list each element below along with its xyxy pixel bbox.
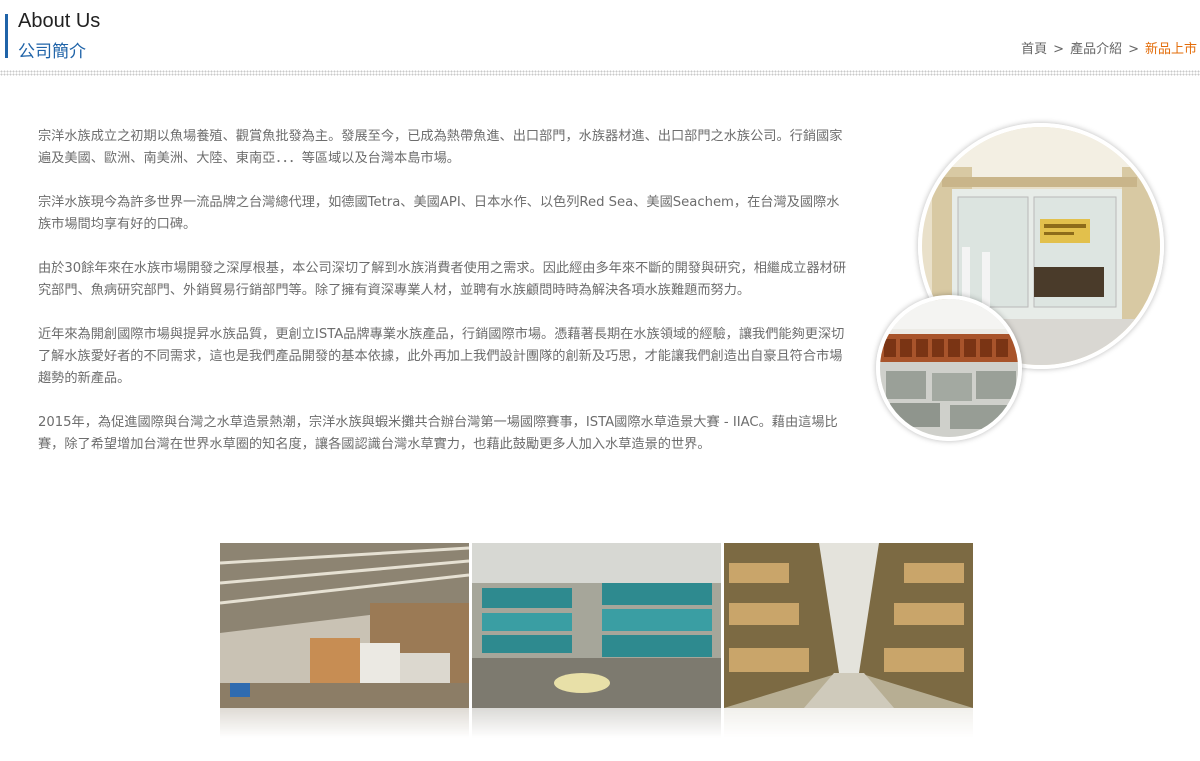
paragraph: 由於30餘年來在水族市場開發之深厚根基，本公司深切了解到水族消費者使用之需求。因… [38, 261, 847, 298]
photo-reflection [472, 708, 721, 738]
about-text: 宗洋水族成立之初期以魚場養殖、觀賞魚批發為主。發展至今，已成為熱帶魚進、出口部門… [38, 126, 852, 478]
paragraph: 宗洋水族現今為許多世界一流品牌之台灣總代理，如德國Tetra、美國API、日本水… [38, 195, 840, 232]
breadcrumb: 首頁 > 產品介紹 > 新品上市 [1021, 38, 1197, 57]
breadcrumb-separator: > [1128, 42, 1139, 57]
page-title-zh: 公司簡介 [18, 42, 86, 62]
warehouse-photo [220, 543, 469, 708]
page-title-en: About Us [18, 10, 101, 32]
aquarium-tanks-photo [472, 543, 721, 708]
breadcrumb-products-link[interactable]: 產品介紹 [1070, 42, 1122, 57]
paragraph: 2015年，為促進國際與台灣之水草造景熱潮，宗洋水族與蝦米攤共合辦台灣第一場國際… [38, 415, 838, 452]
page-header: About Us 公司簡介 首頁 > 產品介紹 > 新品上市 [0, 0, 1200, 76]
facility-photos [220, 543, 973, 738]
storage-shelves-photo [724, 543, 973, 708]
photo-reflection [724, 708, 973, 738]
paragraph: 宗洋水族成立之初期以魚場養殖、觀賞魚批發為主。發展至今，已成為熱帶魚進、出口部門… [38, 129, 843, 166]
breadcrumb-current[interactable]: 新品上市 [1145, 42, 1197, 57]
dotted-divider [0, 70, 1200, 76]
photo-reflection [220, 708, 469, 738]
office-photo [876, 295, 1022, 441]
breadcrumb-separator: > [1053, 42, 1065, 57]
paragraph: 近年來為開創國際市場與提昇水族品質，更創立ISTA品牌專業水族產品，行銷國際市場… [38, 327, 845, 386]
title-accent-bar [5, 14, 8, 58]
breadcrumb-home-link[interactable]: 首頁 [1021, 42, 1047, 57]
